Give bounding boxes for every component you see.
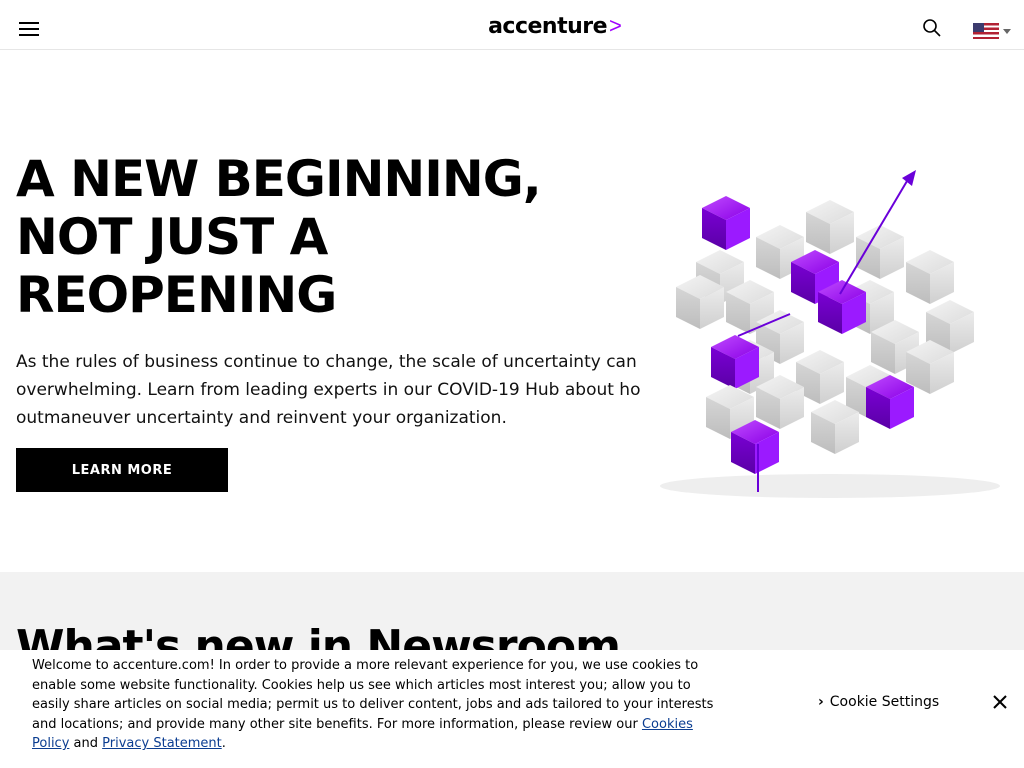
cookie-close-button[interactable]: [988, 690, 1012, 714]
search-icon: [923, 19, 941, 37]
logo-text: accenture: [488, 13, 608, 39]
chevron-right-icon: ›: [818, 694, 824, 710]
hamburger-icon: [19, 22, 39, 36]
cookie-text-main: Welcome to accenture.com! In order to pr…: [32, 658, 714, 732]
privacy-statement-link[interactable]: Privacy Statement: [102, 736, 222, 751]
logo-mark: >: [609, 13, 622, 38]
chevron-down-icon: [1003, 28, 1011, 34]
menu-button[interactable]: [4, 8, 54, 50]
cookie-settings-button[interactable]: › Cookie Settings: [818, 694, 939, 710]
cookie-text: Welcome to accenture.com! In order to pr…: [32, 656, 732, 754]
site-logo[interactable]: accenture >: [470, 12, 640, 40]
close-icon: [993, 695, 1007, 709]
search-button[interactable]: [920, 16, 944, 40]
hero-cubes-image: [640, 144, 1004, 526]
learn-more-button[interactable]: LEARN MORE: [16, 448, 228, 492]
us-flag-icon: [973, 23, 999, 39]
cubes-illustration: [640, 144, 1004, 526]
cookie-and-text: and: [69, 736, 103, 751]
hero-description: As the rules of business continue to cha…: [16, 352, 677, 428]
country-selector-button[interactable]: [962, 14, 1022, 48]
cookie-end-text: .: [221, 736, 226, 751]
cookie-settings-label: Cookie Settings: [829, 694, 940, 710]
hero-heading: A NEW BEGINNING, NOT JUST A REOPENING: [16, 150, 542, 324]
site-header: accenture >: [0, 0, 1024, 50]
